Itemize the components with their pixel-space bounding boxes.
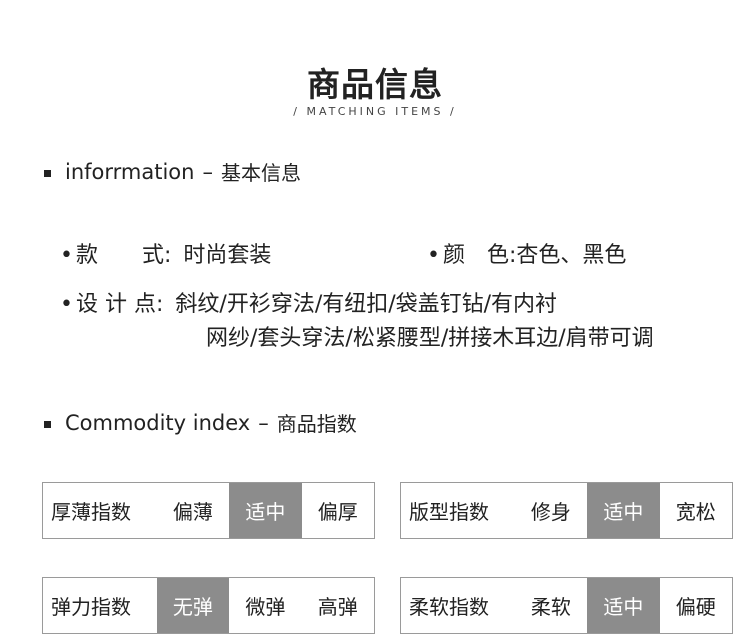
index-label: 版型指数 [409,500,489,524]
index-option: 适中 [229,483,302,538]
spec-color-value: 杏色、黑色 [516,243,627,268]
section-dash: – [258,410,269,435]
index-option: 适中 [587,578,660,633]
index-label: 柔软指数 [409,595,489,619]
index-label: 厚薄指数 [51,500,131,524]
index-option: 偏硬 [675,595,716,619]
spec-style-value: 时尚套装 [183,243,272,268]
spec-color-label: 颜 色: [443,243,517,268]
spec-color: • 颜 色:杏色、黑色 [427,237,626,269]
index-thickness: 厚薄指数 偏薄 适中 偏厚 [42,482,375,539]
page-title: 商品信息 [307,65,443,104]
section-heading-information: inforrmation – 基本信息 [44,157,301,186]
spec-design-continued: 网纱/套头穿法/松紧腰型/拼接木耳边/肩带可调 [206,320,654,352]
dot-bullet-icon: • [427,243,440,268]
spec-design-line2: 网纱/套头穿法/松紧腰型/拼接木耳边/肩带可调 [206,326,654,351]
index-option: 修身 [530,500,571,524]
page-subtitle: / MATCHING ITEMS / [293,105,457,118]
index-option: 微弹 [245,595,286,619]
index-elasticity: 弹力指数 无弹 微弹 高弹 [42,577,375,634]
dot-bullet-icon: • [60,292,73,317]
spec-design-line1: 斜纹/开衫穿法/有纽扣/袋盖钉钻/有内衬 [175,292,558,317]
spec-design-label: 设 计 点: [76,292,164,317]
index-option: 柔软 [530,595,571,619]
spec-design: • 设 计 点: 斜纹/开衫穿法/有纽扣/袋盖钉钻/有内衬 [60,286,557,318]
square-bullet-icon [44,170,51,177]
index-softness: 柔软指数 柔软 适中 偏硬 [400,577,733,634]
index-fit: 版型指数 修身 适中 宽松 [400,482,733,539]
section-dash: – [202,159,213,184]
index-option: 宽松 [675,500,716,524]
section-title-en: Commodity index [65,410,251,435]
square-bullet-icon [44,421,51,428]
spec-style: • 款 式: 时尚套装 [60,237,271,269]
index-option: 偏薄 [172,500,213,524]
index-option: 高弹 [317,595,358,619]
index-option: 无弹 [156,578,230,633]
section-title-zh: 商品指数 [276,412,357,436]
dot-bullet-icon: • [60,243,73,268]
section-title-zh: 基本信息 [220,161,301,185]
index-option: 适中 [587,483,660,538]
index-option: 偏厚 [317,500,358,524]
spec-style-label: 款 式: [76,243,172,268]
section-title-en: inforrmation [65,159,195,184]
index-label: 弹力指数 [51,595,131,619]
section-heading-index: Commodity index – 商品指数 [44,408,357,437]
